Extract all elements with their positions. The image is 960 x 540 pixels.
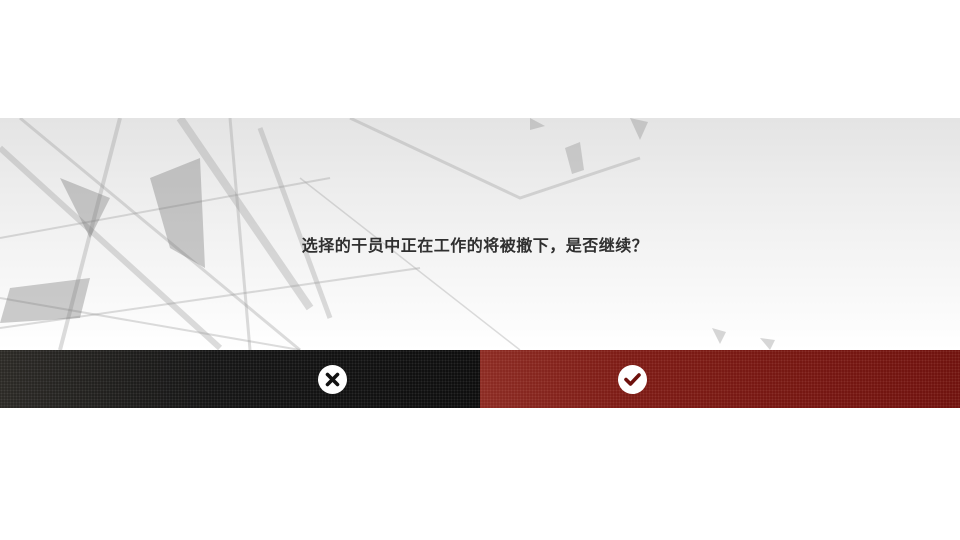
dialog-body: 选择的干员中正在工作的将被撤下，是否继续？ [0,118,960,350]
halftone-texture [480,350,960,408]
cancel-button[interactable] [0,350,480,408]
close-icon[interactable] [318,365,347,394]
dialog-message: 选择的干员中正在工作的将被撤下，是否继续？ [301,236,649,255]
check-icon[interactable] [618,365,647,394]
confirm-dialog: 选择的干员中正在工作的将被撤下，是否继续？ [0,118,960,408]
halftone-texture [0,350,480,408]
confirm-button[interactable] [480,350,960,408]
